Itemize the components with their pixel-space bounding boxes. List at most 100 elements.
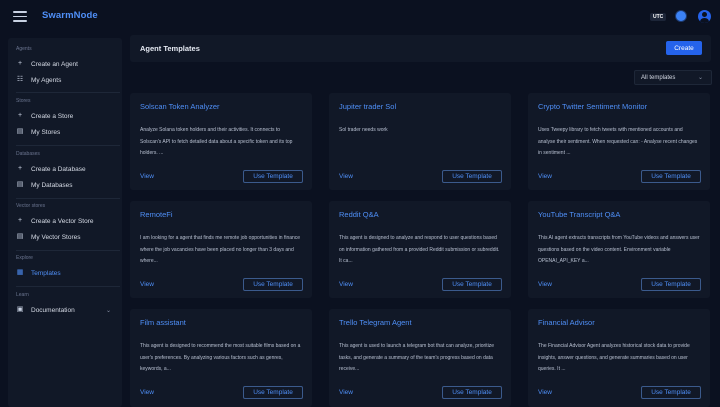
sidebar-item-label: My Vector Stores [31, 233, 81, 241]
section-label-stores: Stores [16, 98, 31, 104]
view-link[interactable]: View [538, 389, 552, 396]
filter-selected-value: All templates [641, 74, 676, 81]
view-link[interactable]: View [339, 281, 353, 288]
view-link[interactable]: View [538, 173, 552, 180]
view-link[interactable]: View [339, 389, 353, 396]
sidebar-item-create-store[interactable]: + Create a Store [13, 109, 117, 123]
template-card-title[interactable]: YouTube Transcript Q&A [538, 210, 620, 219]
use-template-button[interactable]: Use Template [243, 170, 303, 183]
plus-icon: + [17, 165, 23, 172]
sidebar-item-my-stores[interactable]: ▤ My Stores [13, 125, 117, 139]
sidebar-item-my-vector-stores[interactable]: ▤ My Vector Stores [13, 230, 117, 244]
sidebar-item-label: Create an Agent [31, 60, 78, 68]
create-button[interactable]: Create [666, 41, 702, 55]
template-card-description: This agent is designed to recommend the … [140, 343, 301, 372]
sidebar-item-label: My Agents [31, 76, 62, 84]
template-icon: ▦ [16, 269, 24, 276]
template-card-title[interactable]: Solscan Token Analyzer [140, 102, 220, 111]
use-template-button[interactable]: Use Template [641, 170, 701, 183]
template-card-title[interactable]: Jupiter trader Sol [339, 102, 396, 111]
sidebar-item-my-agents[interactable]: ☷ My Agents [13, 73, 117, 87]
template-card[interactable]: Trello Telegram Agent This agent is used … [329, 309, 511, 407]
database-icon: ▤ [16, 181, 24, 188]
divider [16, 286, 120, 287]
template-card-title[interactable]: Film assistant [140, 318, 186, 327]
sidebar-item-create-agent[interactable]: + Create an Agent [13, 57, 117, 71]
template-card-description: I am looking for a agent that finds me r… [140, 235, 301, 264]
sidebar-item-label: Documentation [31, 306, 75, 314]
user-avatar-icon[interactable] [698, 10, 711, 23]
template-card-title[interactable]: Trello Telegram Agent [339, 318, 412, 327]
divider [16, 198, 120, 199]
use-template-button[interactable]: Use Template [442, 170, 502, 183]
template-card-description: This AI agent extracts transcripts from … [538, 235, 700, 264]
sidebar-item-label: Templates [31, 269, 61, 277]
view-link[interactable]: View [538, 281, 552, 288]
plus-icon: + [17, 60, 23, 67]
template-filter-select[interactable]: All templates ⌄ [634, 70, 712, 85]
sidebar-item-label: My Stores [31, 128, 61, 136]
template-card-description: The Financial Advisor Agent analyzes his… [538, 343, 690, 372]
template-card-description: Analyze Solana token holders and their a… [140, 127, 293, 156]
sidebar: Agents + Create an Agent ☷ My Agents Sto… [8, 38, 122, 407]
page-title: Agent Templates [140, 44, 200, 53]
template-card-description: This agent is used to launch a telegram … [339, 343, 495, 372]
template-card[interactable]: Financial Advisor The Financial Advisor A… [528, 309, 710, 407]
template-card[interactable]: Jupiter trader Sol Sol trader needs work V… [329, 93, 511, 190]
use-template-button[interactable]: Use Template [243, 278, 303, 291]
sidebar-item-label: My Databases [31, 181, 73, 189]
template-card-description: This agent is designed to analyze and re… [339, 235, 500, 264]
section-label-vector-stores: Vector stores [16, 203, 46, 209]
hamburger-menu-icon[interactable] [13, 11, 27, 23]
database-icon: ▤ [16, 233, 24, 240]
template-card-title[interactable]: Financial Advisor [538, 318, 595, 327]
section-label-explore: Explore [16, 255, 33, 261]
sidebar-item-my-databases[interactable]: ▤ My Databases [13, 178, 117, 192]
view-link[interactable]: View [140, 281, 154, 288]
template-card[interactable]: Film assistant This agent is designed to … [130, 309, 312, 407]
use-template-button[interactable]: Use Template [641, 278, 701, 291]
template-card[interactable]: YouTube Transcript Q&A This AI agent extr… [528, 201, 710, 298]
template-card-description: Uses Tweepy library to fetch tweets with… [538, 127, 698, 156]
divider [16, 92, 120, 93]
use-template-button[interactable]: Use Template [442, 386, 502, 399]
template-card-title[interactable]: Crypto Twitter Sentiment Monitor [538, 102, 647, 111]
section-label-agents: Agents [16, 46, 32, 52]
sidebar-item-label: Create a Database [31, 165, 86, 173]
network-globe-icon[interactable] [675, 10, 687, 22]
section-label-learn: Learn [16, 292, 29, 298]
template-card[interactable]: Crypto Twitter Sentiment Monitor Uses Twe… [528, 93, 710, 190]
plus-icon: + [17, 217, 23, 224]
view-link[interactable]: View [140, 389, 154, 396]
template-card-title[interactable]: Reddit Q&A [339, 210, 379, 219]
divider [16, 145, 120, 146]
sidebar-item-create-database[interactable]: + Create a Database [13, 162, 117, 176]
sidebar-item-templates[interactable]: ▦ Templates [13, 266, 117, 280]
template-card[interactable]: RemoteFi I am looking for a agent that fi… [130, 201, 312, 298]
utc-badge[interactable]: UTC [650, 13, 667, 21]
template-card[interactable]: Reddit Q&A This agent is designed to anal… [329, 201, 511, 298]
chevron-down-icon: ⌄ [697, 75, 703, 81]
sidebar-item-documentation[interactable]: ▣ Documentation ⌄ [13, 303, 117, 317]
use-template-button[interactable]: Use Template [243, 386, 303, 399]
divider [16, 250, 120, 251]
page-header: Agent Templates Create [130, 35, 711, 62]
book-icon: ▣ [16, 306, 24, 313]
chevron-down-icon: ⌄ [105, 307, 111, 314]
template-card[interactable]: Solscan Token Analyzer Analyze Solana tok… [130, 93, 312, 190]
section-label-databases: Databases [16, 151, 40, 157]
robot-icon: ☷ [16, 76, 24, 83]
view-link[interactable]: View [140, 173, 154, 180]
use-template-button[interactable]: Use Template [442, 278, 502, 291]
plus-icon: + [17, 112, 23, 119]
sidebar-item-label: Create a Store [31, 112, 74, 120]
top-bar: SwarmNode UTC [0, 0, 720, 34]
view-link[interactable]: View [339, 173, 353, 180]
app-logo-title[interactable]: SwarmNode [42, 10, 98, 21]
template-card-title[interactable]: RemoteFi [140, 210, 173, 219]
template-card-description: Sol trader needs work [339, 127, 388, 133]
sidebar-item-create-vector-store[interactable]: + Create a Vector Store [13, 214, 117, 228]
sidebar-item-label: Create a Vector Store [31, 217, 94, 225]
database-icon: ▤ [16, 128, 24, 135]
use-template-button[interactable]: Use Template [641, 386, 701, 399]
